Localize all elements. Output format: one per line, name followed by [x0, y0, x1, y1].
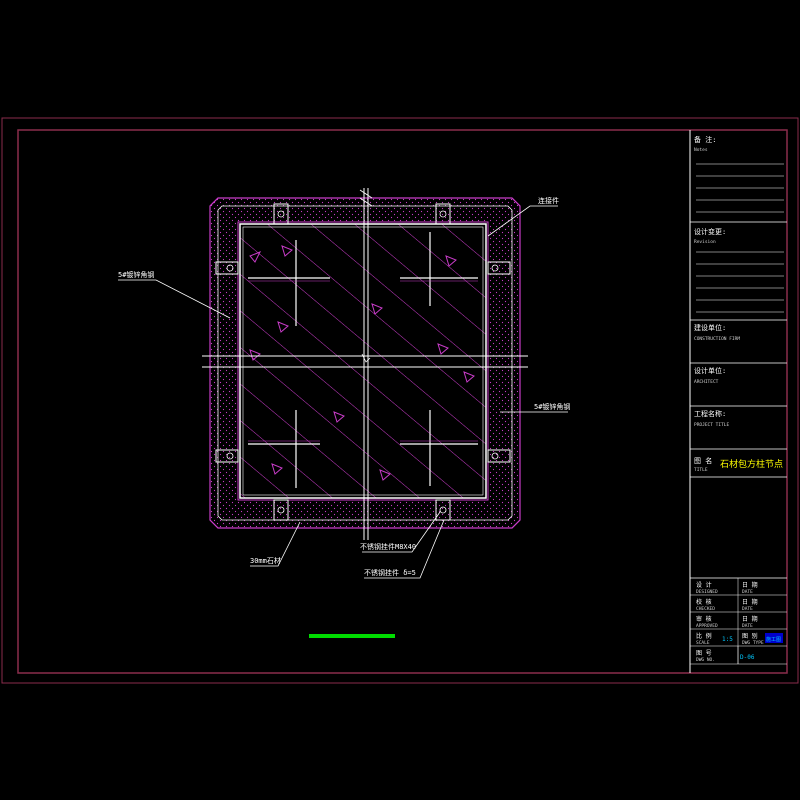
construction-label: 建设单位:: [694, 323, 726, 332]
sheet-value: D-06: [740, 654, 755, 661]
cad-drawing: 备 注: Notes 设计变更: Revision 建设单位: CONSTRUC…: [1, 117, 799, 684]
remarks-en: Notes: [694, 147, 708, 153]
scale-bar: [309, 634, 395, 638]
annotation-plate: 不锈钢挂件 δ=5: [364, 568, 416, 577]
sig-label-scale: 比 例: [696, 632, 712, 640]
sig-en-approved: APPROVED: [696, 623, 718, 629]
revision-en: Revision: [694, 239, 716, 245]
remarks-label: 备 注:: [694, 135, 716, 144]
annotation-stone-right: 5#镀锌角钢: [534, 402, 570, 411]
drawing-name-en: TITLE: [694, 467, 708, 473]
architect-label: 设计单位:: [694, 366, 726, 375]
dwg-type-value: 施工图: [766, 636, 781, 643]
sig-date-en-approved: DATE: [742, 623, 753, 629]
annotation-bolt: 不锈钢挂件M8X40: [360, 542, 416, 551]
column-detail: [202, 188, 528, 540]
sig-date-scale: 图 别: [742, 632, 758, 640]
sig-date-checked: 日 期: [742, 598, 758, 606]
sig-en-designed: DESIGNED: [696, 589, 718, 595]
construction-en: CONSTRUCTION FIRM: [694, 336, 740, 342]
annotation-stone-left: 5#镀锌角钢: [118, 270, 154, 279]
sig-label-checked: 校 核: [696, 598, 712, 606]
project-en: PROJECT TITLE: [694, 422, 730, 428]
signature-rows: 设 计 DESIGNED 日 期 DATE 校 核 CHECKED 日 期 DA…: [696, 581, 783, 663]
drawing-title: 石材包方柱节点: [720, 458, 783, 470]
sig-date-designed: 日 期: [742, 581, 758, 589]
sig-date-en-checked: DATE: [742, 606, 753, 612]
revision-label: 设计变更:: [694, 227, 726, 236]
sig-label-designed: 设 计: [696, 581, 712, 589]
sheet-en: DWG NO.: [696, 657, 715, 663]
project-label: 工程名称:: [694, 409, 726, 418]
sheet-label: 图 号: [696, 650, 712, 657]
sig-label-approved: 审 核: [696, 615, 712, 623]
sig-date-en-designed: DATE: [742, 589, 753, 595]
architect-en: ARCHITECT: [694, 379, 719, 385]
annotation-connector: 连接件: [538, 196, 559, 205]
sig-en-scale: SCALE: [696, 640, 710, 646]
annotation-stone-thickness: 30mm石材: [250, 556, 281, 565]
scale-value: 1:5: [722, 636, 733, 643]
sig-date-approved: 日 期: [742, 615, 758, 623]
drawing-name-label: 图 名: [694, 456, 712, 465]
sig-date-en-scale: DWG TYPE: [742, 640, 764, 646]
sig-en-checked: CHECKED: [696, 606, 715, 612]
